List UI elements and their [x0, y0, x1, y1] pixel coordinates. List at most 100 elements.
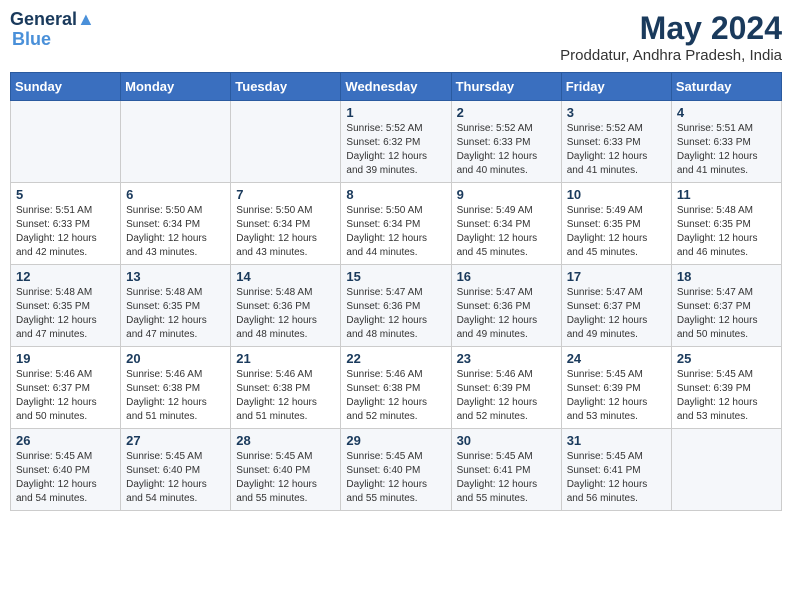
- day-info: Sunrise: 5:46 AM Sunset: 6:38 PM Dayligh…: [236, 368, 335, 424]
- day-cell: 20 Sunrise: 5:46 AM Sunset: 6:38 PM Dayli…: [121, 347, 231, 429]
- day-number: 19: [16, 351, 115, 366]
- day-cell: 29 Sunrise: 5:45 AM Sunset: 6:40 PM Dayli…: [341, 429, 451, 511]
- day-info: Sunrise: 5:51 AM Sunset: 6:33 PM Dayligh…: [16, 204, 115, 260]
- day-cell: 12Sunrise: 5:48 AM Sunset: 6:35 PM Dayli…: [11, 265, 121, 347]
- week-row-1: 1 Sunrise: 5:52 AM Sunset: 6:32 PM Daylig…: [11, 101, 782, 183]
- day-cell: 22Sunrise: 5:46 AM Sunset: 6:38 PM Dayli…: [341, 347, 451, 429]
- day-info: Sunrise: 5:50 AM Sunset: 6:34 PM Dayligh…: [236, 204, 335, 260]
- calendar-table: SundayMondayTuesdayWednesdayThursdayFrid…: [10, 72, 782, 511]
- day-info: Sunrise: 5:45 AM Sunset: 6:40 PM Dayligh…: [236, 450, 335, 506]
- day-number: 14: [236, 269, 335, 284]
- day-cell: 10 Sunrise: 5:49 AM Sunset: 6:35 PM Dayli…: [561, 183, 671, 265]
- day-number: 13: [126, 269, 225, 284]
- day-cell: 13 Sunrise: 5:48 AM Sunset: 6:35 PM Dayli…: [121, 265, 231, 347]
- day-number: 20: [126, 351, 225, 366]
- day-number: 7: [236, 187, 335, 202]
- logo-blue: Blue: [12, 30, 51, 50]
- day-cell: 19 Sunrise: 5:46 AM Sunset: 6:37 PM Dayli…: [11, 347, 121, 429]
- day-cell: 31Sunrise: 5:45 AM Sunset: 6:41 PM Dayli…: [561, 429, 671, 511]
- day-number: 9: [457, 187, 556, 202]
- day-number: 17: [567, 269, 666, 284]
- day-number: 25: [677, 351, 776, 366]
- day-info: Sunrise: 5:52 AM Sunset: 6:32 PM Dayligh…: [346, 122, 445, 178]
- day-cell: 6 Sunrise: 5:50 AM Sunset: 6:34 PM Daylig…: [121, 183, 231, 265]
- day-number: 24: [567, 351, 666, 366]
- logo-text: General▲: [10, 10, 95, 30]
- day-info: Sunrise: 5:47 AM Sunset: 6:36 PM Dayligh…: [346, 286, 445, 342]
- day-info: Sunrise: 5:45 AM Sunset: 6:40 PM Dayligh…: [126, 450, 225, 506]
- day-info: Sunrise: 5:50 AM Sunset: 6:34 PM Dayligh…: [126, 204, 225, 260]
- day-cell: 3 Sunrise: 5:52 AM Sunset: 6:33 PM Daylig…: [561, 101, 671, 183]
- weekday-header-friday: Friday: [561, 73, 671, 101]
- day-info: Sunrise: 5:48 AM Sunset: 6:35 PM Dayligh…: [16, 286, 115, 342]
- day-cell: 21 Sunrise: 5:46 AM Sunset: 6:38 PM Dayli…: [231, 347, 341, 429]
- week-row-5: 26Sunrise: 5:45 AM Sunset: 6:40 PM Dayli…: [11, 429, 782, 511]
- day-cell: [231, 101, 341, 183]
- day-number: 10: [567, 187, 666, 202]
- day-info: Sunrise: 5:50 AM Sunset: 6:34 PM Dayligh…: [346, 204, 445, 260]
- day-number: 4: [677, 105, 776, 120]
- day-info: Sunrise: 5:45 AM Sunset: 6:40 PM Dayligh…: [346, 450, 445, 506]
- day-cell: 1 Sunrise: 5:52 AM Sunset: 6:32 PM Daylig…: [341, 101, 451, 183]
- day-number: 16: [457, 269, 556, 284]
- day-cell: 5Sunrise: 5:51 AM Sunset: 6:33 PM Daylig…: [11, 183, 121, 265]
- day-cell: 14Sunrise: 5:48 AM Sunset: 6:36 PM Dayli…: [231, 265, 341, 347]
- logo: General▲ Blue: [10, 10, 95, 50]
- month-year: May 2024: [560, 10, 782, 47]
- day-number: 31: [567, 433, 666, 448]
- day-cell: 26Sunrise: 5:45 AM Sunset: 6:40 PM Dayli…: [11, 429, 121, 511]
- day-cell: 24 Sunrise: 5:45 AM Sunset: 6:39 PM Dayli…: [561, 347, 671, 429]
- location: Proddatur, Andhra Pradesh, India: [560, 47, 782, 64]
- title-block: May 2024 Proddatur, Andhra Pradesh, Indi…: [560, 10, 782, 64]
- page-header: General▲ Blue May 2024 Proddatur, Andhra…: [10, 10, 782, 64]
- day-number: 15: [346, 269, 445, 284]
- day-number: 1: [346, 105, 445, 120]
- day-cell: 15 Sunrise: 5:47 AM Sunset: 6:36 PM Dayli…: [341, 265, 451, 347]
- week-row-2: 5Sunrise: 5:51 AM Sunset: 6:33 PM Daylig…: [11, 183, 782, 265]
- day-info: Sunrise: 5:45 AM Sunset: 6:39 PM Dayligh…: [567, 368, 666, 424]
- day-info: Sunrise: 5:46 AM Sunset: 6:39 PM Dayligh…: [457, 368, 556, 424]
- day-cell: 9 Sunrise: 5:49 AM Sunset: 6:34 PM Daylig…: [451, 183, 561, 265]
- day-info: Sunrise: 5:45 AM Sunset: 6:40 PM Dayligh…: [16, 450, 115, 506]
- week-row-4: 19 Sunrise: 5:46 AM Sunset: 6:37 PM Dayli…: [11, 347, 782, 429]
- day-cell: [121, 101, 231, 183]
- weekday-header-sunday: Sunday: [11, 73, 121, 101]
- day-info: Sunrise: 5:46 AM Sunset: 6:37 PM Dayligh…: [16, 368, 115, 424]
- day-number: 2: [457, 105, 556, 120]
- day-number: 8: [346, 187, 445, 202]
- day-info: Sunrise: 5:46 AM Sunset: 6:38 PM Dayligh…: [126, 368, 225, 424]
- day-number: 22: [346, 351, 445, 366]
- day-cell: 30Sunrise: 5:45 AM Sunset: 6:41 PM Dayli…: [451, 429, 561, 511]
- weekday-header-thursday: Thursday: [451, 73, 561, 101]
- week-row-3: 12Sunrise: 5:48 AM Sunset: 6:35 PM Dayli…: [11, 265, 782, 347]
- day-cell: 25Sunrise: 5:45 AM Sunset: 6:39 PM Dayli…: [671, 347, 781, 429]
- weekday-header-tuesday: Tuesday: [231, 73, 341, 101]
- day-info: Sunrise: 5:47 AM Sunset: 6:36 PM Dayligh…: [457, 286, 556, 342]
- day-cell: 17 Sunrise: 5:47 AM Sunset: 6:37 PM Dayli…: [561, 265, 671, 347]
- day-info: Sunrise: 5:47 AM Sunset: 6:37 PM Dayligh…: [567, 286, 666, 342]
- weekday-header-saturday: Saturday: [671, 73, 781, 101]
- weekday-header-wednesday: Wednesday: [341, 73, 451, 101]
- day-cell: 27Sunrise: 5:45 AM Sunset: 6:40 PM Dayli…: [121, 429, 231, 511]
- day-number: 6: [126, 187, 225, 202]
- day-cell: 8 Sunrise: 5:50 AM Sunset: 6:34 PM Daylig…: [341, 183, 451, 265]
- day-info: Sunrise: 5:47 AM Sunset: 6:37 PM Dayligh…: [677, 286, 776, 342]
- day-info: Sunrise: 5:49 AM Sunset: 6:34 PM Dayligh…: [457, 204, 556, 260]
- day-info: Sunrise: 5:52 AM Sunset: 6:33 PM Dayligh…: [567, 122, 666, 178]
- day-cell: 18 Sunrise: 5:47 AM Sunset: 6:37 PM Dayli…: [671, 265, 781, 347]
- day-cell: 23Sunrise: 5:46 AM Sunset: 6:39 PM Dayli…: [451, 347, 561, 429]
- day-cell: 4Sunrise: 5:51 AM Sunset: 6:33 PM Daylig…: [671, 101, 781, 183]
- day-cell: 11 Sunrise: 5:48 AM Sunset: 6:35 PM Dayli…: [671, 183, 781, 265]
- day-number: 11: [677, 187, 776, 202]
- day-number: 18: [677, 269, 776, 284]
- day-cell: [671, 429, 781, 511]
- day-info: Sunrise: 5:52 AM Sunset: 6:33 PM Dayligh…: [457, 122, 556, 178]
- day-number: 29: [346, 433, 445, 448]
- day-info: Sunrise: 5:49 AM Sunset: 6:35 PM Dayligh…: [567, 204, 666, 260]
- day-info: Sunrise: 5:48 AM Sunset: 6:35 PM Dayligh…: [677, 204, 776, 260]
- day-cell: 7 Sunrise: 5:50 AM Sunset: 6:34 PM Daylig…: [231, 183, 341, 265]
- day-info: Sunrise: 5:45 AM Sunset: 6:41 PM Dayligh…: [457, 450, 556, 506]
- day-number: 3: [567, 105, 666, 120]
- day-number: 21: [236, 351, 335, 366]
- day-info: Sunrise: 5:48 AM Sunset: 6:35 PM Dayligh…: [126, 286, 225, 342]
